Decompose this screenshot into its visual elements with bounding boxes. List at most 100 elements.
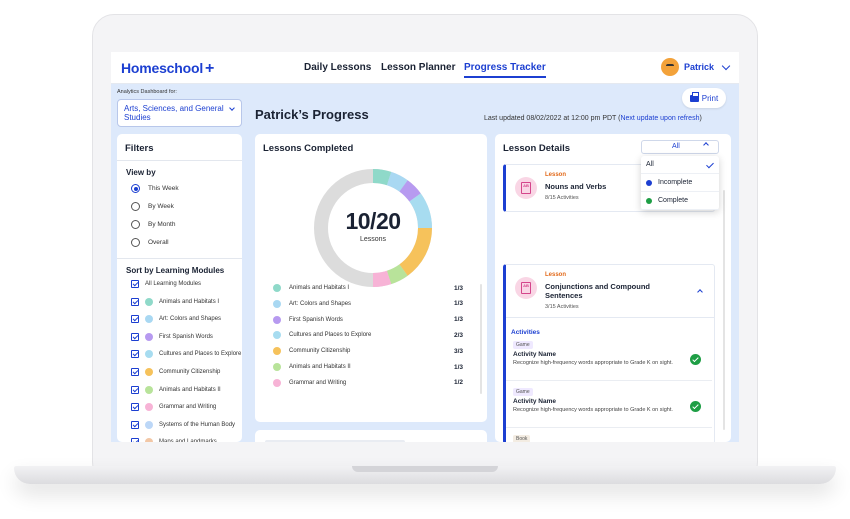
module-filter-item[interactable]: Animals and Habitats I [131,297,220,306]
divider [506,317,715,318]
module-color-dot [145,315,153,324]
module-label: Animals and Habitats I [289,285,350,291]
abc-worksheet-icon: AB [515,177,537,199]
last-updated: Last updated 08/02/2022 at 12:00 pm PDT … [484,115,702,122]
status-option[interactable]: Complete [641,192,719,210]
view-option[interactable]: Overall [131,238,169,247]
nav-progress-tracker[interactable]: Progress Tracker [464,62,546,78]
module-progress-row: Grammar and Writing 1/2 [273,378,463,387]
module-progress-value: 3/3 [453,347,463,355]
module-label: Grammar and Writing [159,404,217,411]
view-option[interactable]: This Week [131,184,179,193]
module-label: Grammar and Writing [289,379,347,386]
chevron-up-icon [703,142,709,148]
module-filter-item[interactable]: All Learning Modules [131,280,201,288]
radio-button[interactable] [131,202,140,211]
status-option-label: Incomplete [658,179,693,186]
module-progress-row: First Spanish Words 1/3 [273,315,463,324]
module-color-dot [145,438,153,442]
checkbox[interactable] [131,420,139,429]
module-color-dot [145,368,153,376]
donut-segment [386,171,408,192]
divider [117,258,242,259]
module-color-dot [145,385,153,394]
module-filter-item[interactable]: Cultures and Places to Explore [131,350,241,359]
status-option[interactable]: Incomplete [641,174,719,192]
checkbox[interactable] [131,332,139,341]
radio-button[interactable] [131,220,140,229]
module-label: Art: Colors and Shapes [289,300,352,307]
checkbox[interactable] [131,280,139,288]
next-card [255,430,487,442]
page-title: Patrick’s Progress [255,107,369,122]
activities-label: Activities [511,329,540,336]
module-filter-item[interactable]: Grammar and Writing [131,403,217,412]
activity-item[interactable]: Game Activity Name Recognize high-frequenc… [506,341,712,381]
view-option-label: By Week [148,203,174,210]
dashboard-label: Analytics Dashboard for: [117,89,177,95]
radio-button[interactable] [131,184,140,193]
filters-title: Filters [125,143,154,154]
laptop-notch [352,466,498,472]
module-filter-item[interactable]: Community Citizenship [131,368,220,376]
activity-type-badge: Game [513,341,533,349]
avatar [660,58,679,76]
checkbox[interactable] [131,315,139,324]
user-menu[interactable]: Patrick [660,58,731,76]
module-progress-row: Animals and Habitats II 1/3 [273,363,463,371]
activity-description: Recognize high-frequency words appropria… [513,407,673,413]
module-filter-item[interactable]: Animals and Habitats II [131,385,221,394]
module-filter-item[interactable]: Systems of the Human Body [131,420,235,429]
top-navigation-bar: Homeschool + Daily Lessons Lesson Planner… [111,52,739,84]
nav-lesson-planner[interactable]: Lesson Planner [381,62,455,73]
module-color-dot [273,378,281,387]
module-filter-item[interactable]: Maps and Landmarks [131,438,217,442]
status-option-label: Complete [658,197,688,204]
chevron-down-icon [721,61,731,70]
module-progress-row: Animals and Habitats I 1/3 [273,284,463,292]
module-filter-item[interactable]: First Spanish Words [131,332,213,341]
scrollbar[interactable] [480,284,482,394]
checkbox[interactable] [131,350,139,359]
filters-panel: Filters View by This Week By Week By Month… [117,134,242,442]
logo-text: Homeschool [121,60,204,76]
activity-item[interactable]: BookActivity NameRecognize high-frequenc… [506,435,712,442]
module-filter-item[interactable]: Art: Colors and Shapes [131,315,221,324]
view-by-label: View by [126,168,156,177]
homeschool-logo[interactable]: Homeschool + [121,60,214,78]
status-filter-dropdown: All Incomplete Complete [641,156,719,210]
module-color-dot [145,297,153,306]
scrollbar[interactable] [723,190,725,430]
checkbox[interactable] [131,297,139,306]
module-progress-value: 2/3 [453,331,463,339]
module-color-dot [145,403,153,412]
logo-plus: + [205,60,215,77]
status-filter-select[interactable]: All [641,140,719,154]
sort-modules-label: Sort by Learning Modules [126,266,225,275]
module-progress-value: 1/2 [453,379,463,387]
checkbox[interactable] [131,438,139,442]
refresh-link[interactable]: Next update upon refresh [620,115,699,122]
lesson-name: Conjunctions and Compound Sentences [545,282,650,300]
last-updated-close: ) [699,115,702,122]
nav-daily-lessons[interactable]: Daily Lessons [304,62,371,73]
activity-description: Recognize high-frequency words appropria… [513,360,673,366]
status-option[interactable]: All [641,156,719,174]
module-progress-value: 1/3 [453,363,463,371]
module-label: First Spanish Words [289,316,343,323]
checkbox[interactable] [131,368,139,376]
activity-item[interactable]: Game Activity Name Recognize high-frequenc… [506,388,712,428]
radio-button[interactable] [131,238,140,247]
check-icon [706,160,714,169]
module-color-dot [273,299,281,308]
view-option[interactable]: By Week [131,202,174,211]
checkbox[interactable] [131,403,139,412]
print-button[interactable]: Print [682,88,726,108]
module-label: Animals and Habitats I [159,298,220,305]
printer-icon [689,91,699,102]
completed-check-icon [690,354,701,365]
status-dot [646,197,652,204]
curriculum-selector[interactable]: Arts, Sciences, and General Studies [117,99,242,127]
checkbox[interactable] [131,385,139,394]
view-option[interactable]: By Month [131,220,175,229]
